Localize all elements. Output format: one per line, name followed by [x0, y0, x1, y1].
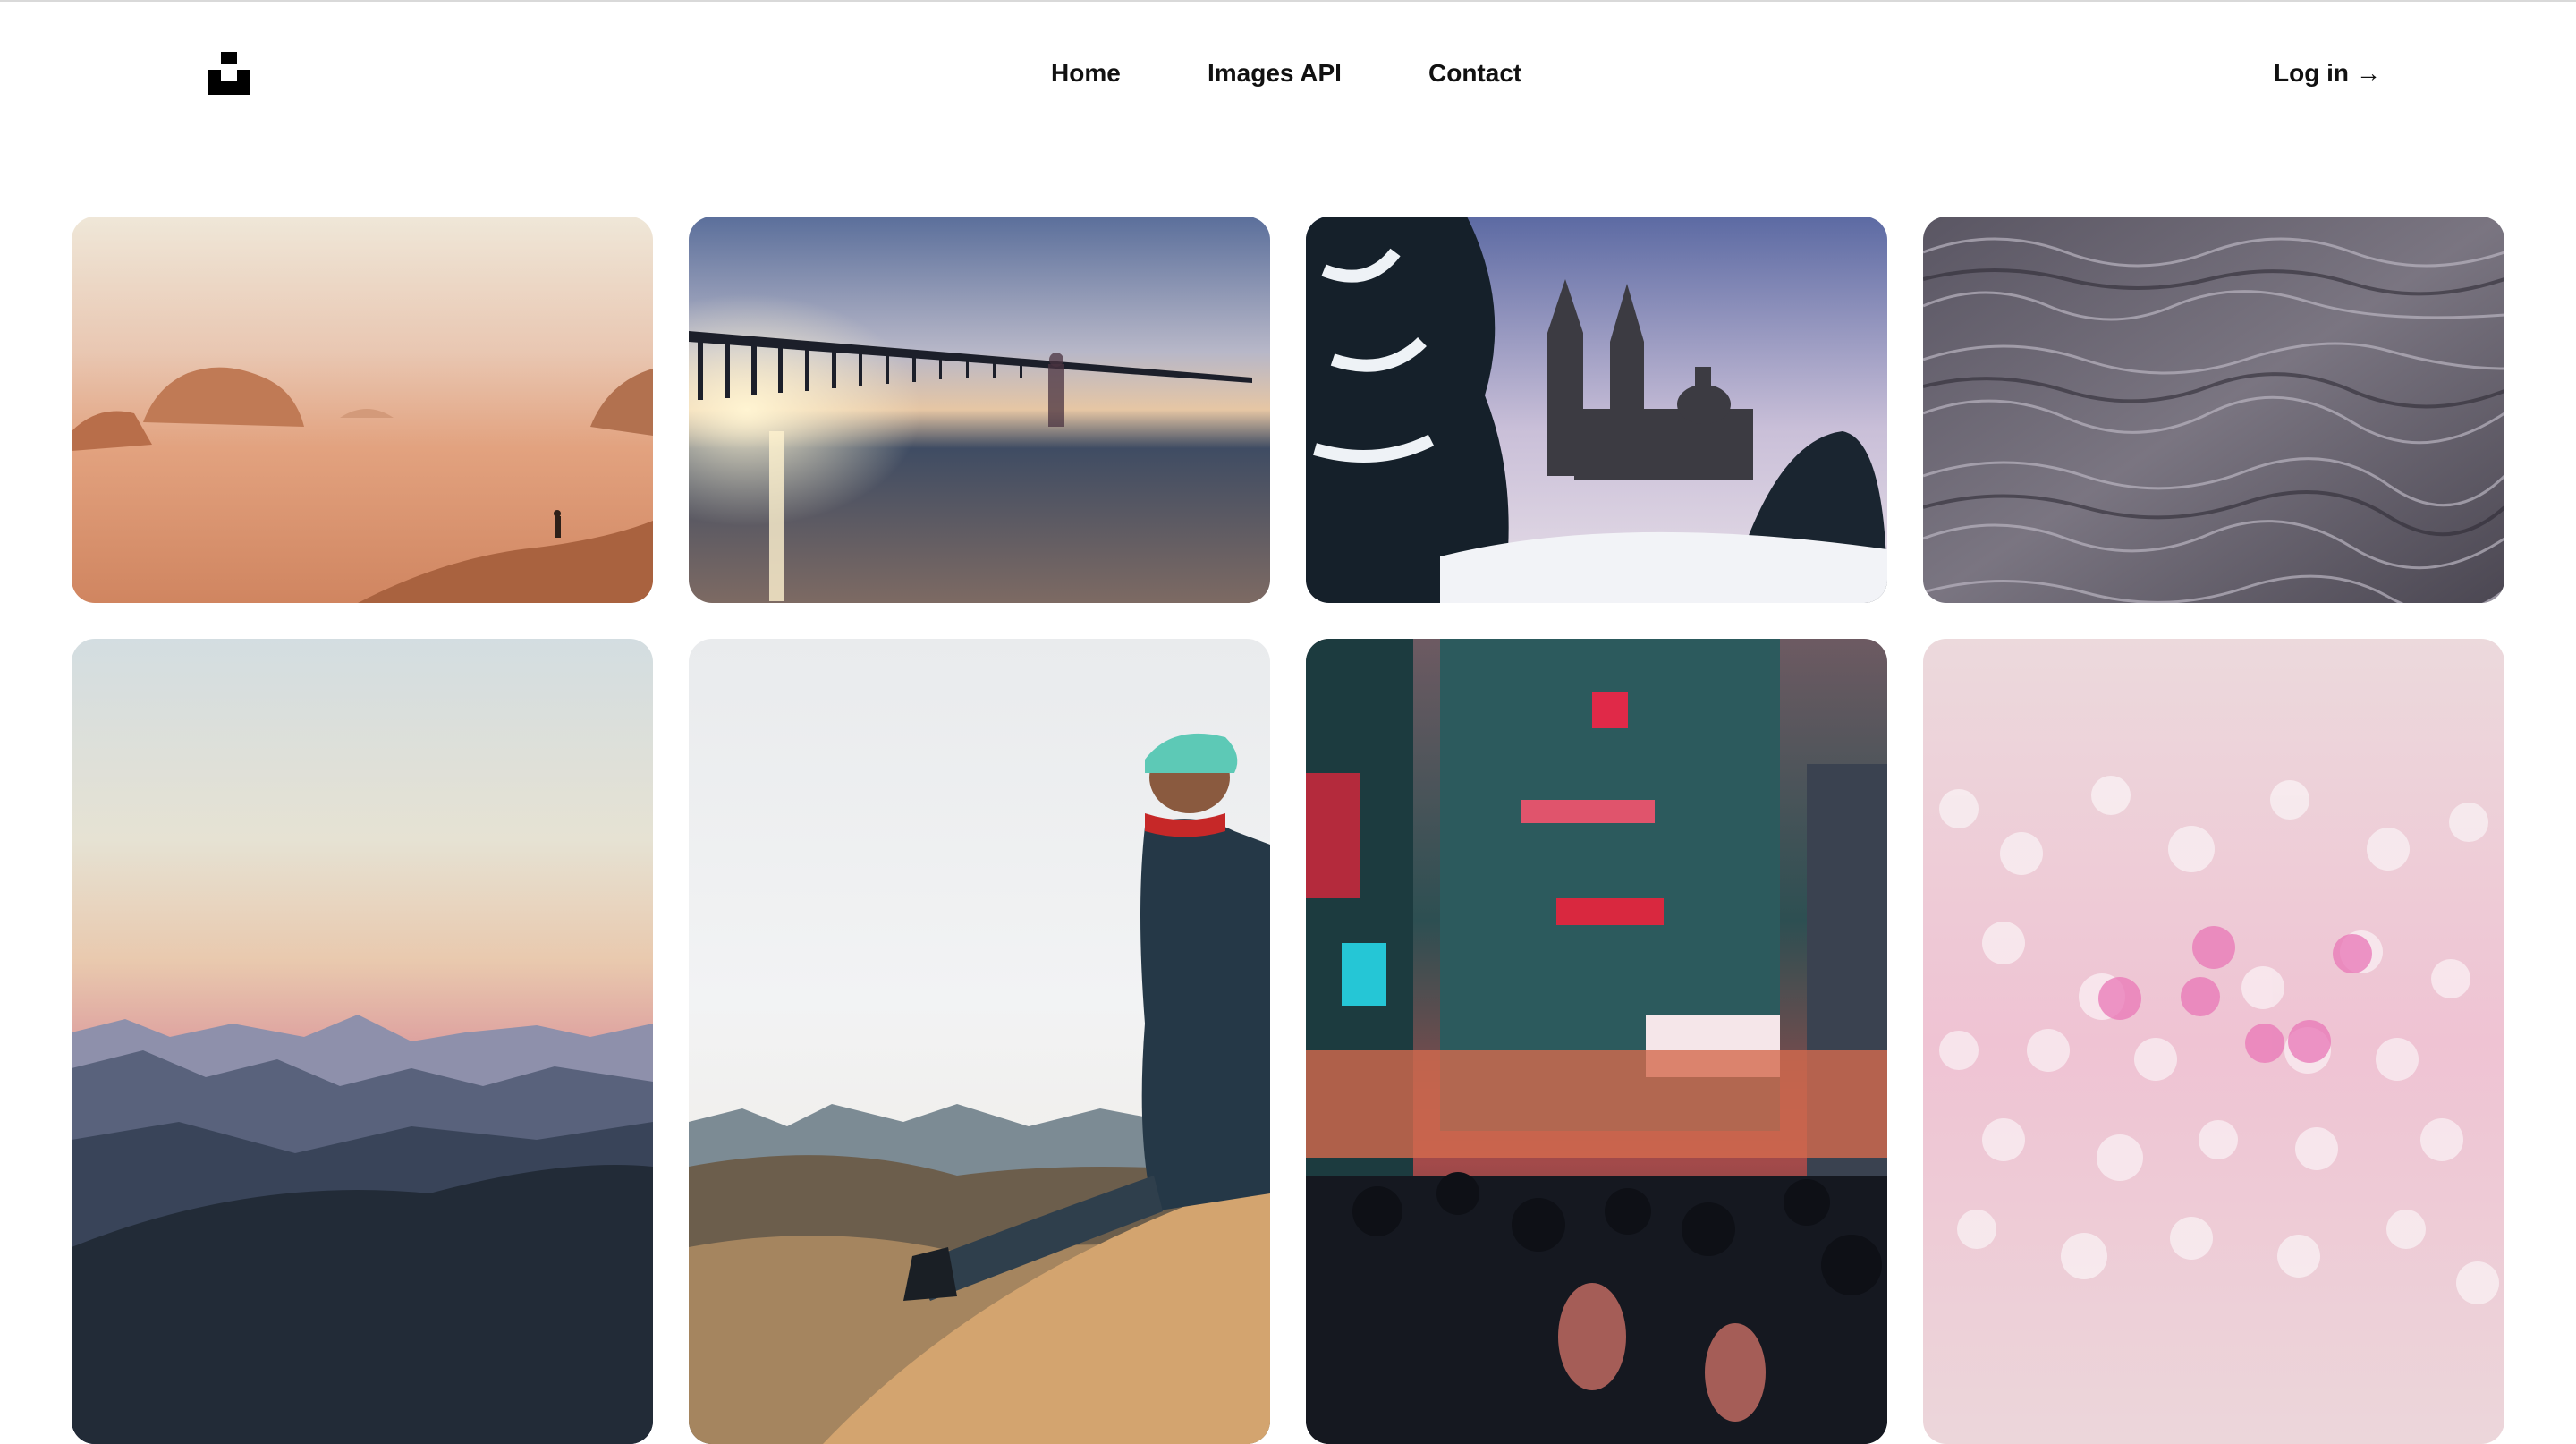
login-label: Log in [2274, 59, 2349, 87]
nav-contact[interactable]: Contact [1428, 57, 1521, 89]
city-street-night-photo [1306, 639, 1887, 1444]
photo-card[interactable] [1306, 639, 1887, 1444]
mountain-dusk-photo [72, 639, 653, 1444]
photo-card[interactable] [1306, 217, 1887, 603]
nav-home[interactable]: Home [1051, 57, 1121, 89]
photo-card[interactable] [1923, 639, 2504, 1444]
abstract-grey-liquid-photo [1923, 217, 2504, 603]
photo-card[interactable] [72, 639, 653, 1444]
main-nav: Home Images API Contact [0, 2, 2576, 145]
man-on-dune-photo [689, 639, 1270, 1444]
pink-bokeh-photo [1923, 639, 2504, 1444]
site-header: Home Images API Contact Log in → [0, 2, 2576, 145]
snowy-cathedral-photo [1306, 217, 1887, 603]
photo-card[interactable] [689, 639, 1270, 1444]
login-link[interactable]: Log in → [2274, 57, 2381, 89]
desert-rocks-photo [72, 217, 653, 603]
nav-images-api[interactable]: Images API [1208, 57, 1342, 89]
arrow-right-icon: → [2355, 59, 2381, 87]
photo-card[interactable] [1923, 217, 2504, 603]
photo-card[interactable] [72, 217, 653, 603]
pier-sunset-photo [689, 217, 1270, 603]
photo-card[interactable] [689, 217, 1270, 603]
